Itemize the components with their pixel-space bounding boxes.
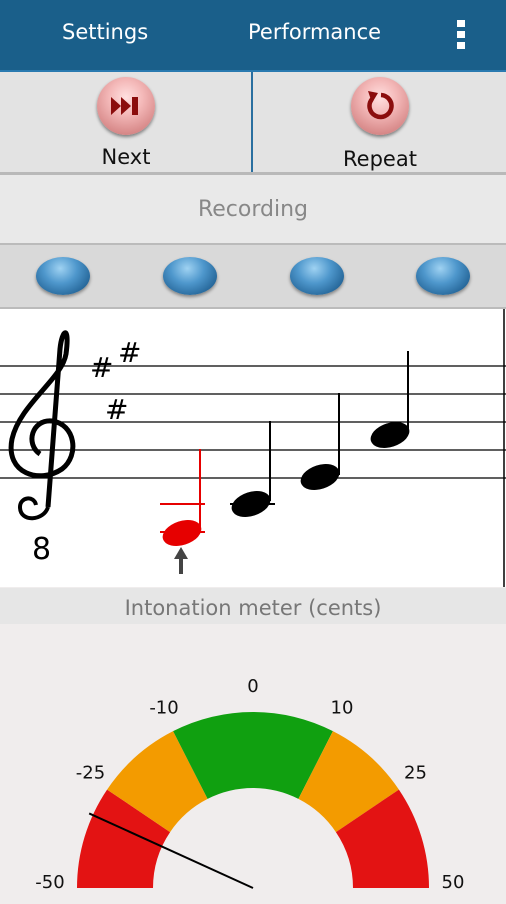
music-staff: 8 # # # <box>0 309 506 587</box>
overflow-menu-icon[interactable] <box>455 20 467 50</box>
skip-next-icon <box>111 97 138 115</box>
repeat-icon <box>367 91 394 120</box>
staff-lines <box>0 309 506 587</box>
tab-performance[interactable]: Performance <box>248 20 381 44</box>
treble-clef-icon <box>8 330 76 521</box>
current-note <box>160 449 205 546</box>
intonation-meter-title: Intonation meter (cents) <box>124 596 382 620</box>
button-divider <box>251 72 253 172</box>
tab-settings[interactable]: Settings <box>62 20 148 44</box>
sharp-3: # <box>105 393 128 426</box>
up-arrow-icon <box>174 547 188 574</box>
beat-indicator-4[interactable] <box>416 257 470 295</box>
repeat-button[interactable] <box>351 77 409 135</box>
sharp-1: # <box>90 351 113 384</box>
intonation-meter-header: Intonation meter (cents) <box>0 588 506 624</box>
note-2 <box>230 421 275 517</box>
top-app-bar: Settings Performance <box>0 0 506 72</box>
gauge-tick-label: 0 <box>247 676 258 697</box>
recording-status-bar: Recording <box>0 175 506 245</box>
recording-label: Recording <box>197 197 309 222</box>
gauge-tick-label: 10 <box>331 697 354 718</box>
clef-octave-mark: 8 <box>32 532 51 567</box>
staff-notation: 8 # # # <box>0 309 506 587</box>
next-button-label[interactable]: Next <box>66 145 186 169</box>
control-button-row: Next Repeat <box>0 72 506 175</box>
intonation-meter: -50 -25 -10 0 10 25 50 <box>0 624 506 900</box>
gauge-tick-label: -50 <box>35 872 64 893</box>
beat-indicator-3[interactable] <box>290 257 344 295</box>
key-signature: # # # <box>90 336 141 426</box>
sharp-2: # <box>118 336 141 369</box>
beat-indicator-row <box>0 245 506 309</box>
gauge-tick-label: 50 <box>442 872 465 893</box>
repeat-button-label[interactable]: Repeat <box>320 147 440 171</box>
gauge-tick-label: -25 <box>76 762 105 783</box>
beat-indicator-1[interactable] <box>36 257 90 295</box>
note-3 <box>300 393 340 490</box>
gauge-tick-label: 25 <box>404 762 427 783</box>
intonation-gauge: -50 -25 -10 0 10 25 50 <box>35 676 465 893</box>
gauge-tick-label: -10 <box>149 697 178 718</box>
next-button[interactable] <box>97 77 155 135</box>
beat-indicator-2[interactable] <box>163 257 217 295</box>
